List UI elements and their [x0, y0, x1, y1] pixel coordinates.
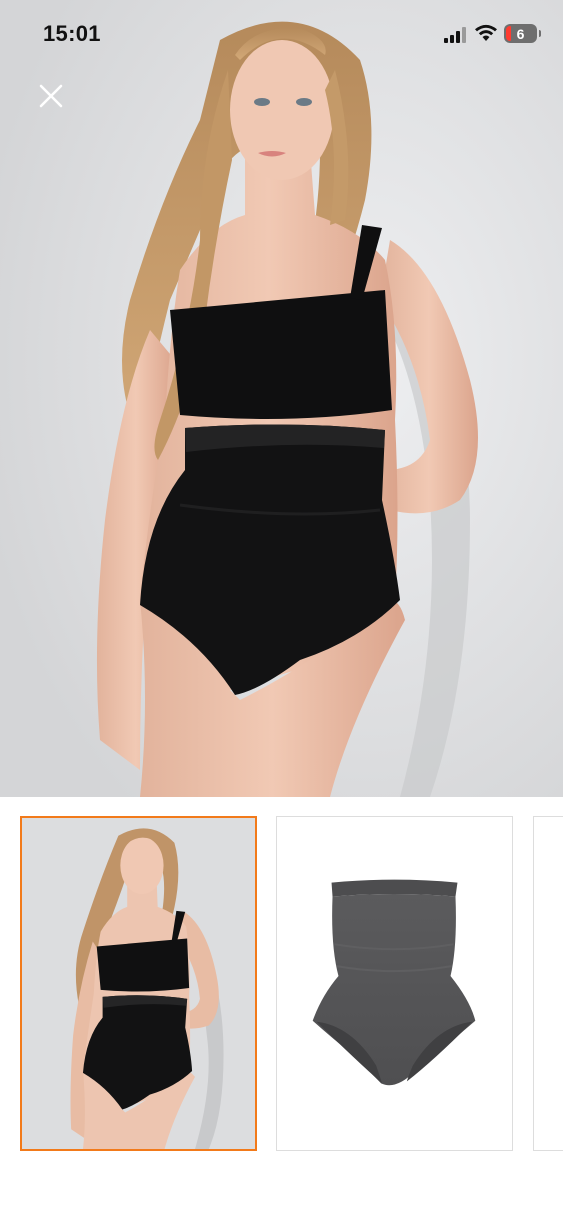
thumbnail-model-photo[interactable] [20, 816, 257, 1151]
thumbnail-product-photo[interactable] [276, 816, 513, 1151]
status-time: 15:01 [43, 21, 101, 46]
cellular-signal-icon [444, 27, 466, 43]
status-bar: 15:01 6 [0, 0, 563, 68]
thumbnail-product-photo-partial[interactable] [533, 816, 563, 1151]
battery-low-indicator [506, 26, 511, 41]
thumbnail-model-image [22, 818, 255, 1149]
battery-icon: 6 [504, 24, 541, 43]
wifi-icon [475, 24, 497, 41]
thumbnail-partial-image [534, 817, 563, 1150]
thumbnail-strip[interactable] [0, 816, 563, 1154]
model-photo [0, 0, 563, 797]
product-main-image[interactable] [0, 0, 563, 797]
battery-level: 6 [516, 25, 525, 42]
thumbnail-shapewear-image [277, 817, 512, 1150]
close-button[interactable] [30, 75, 72, 117]
close-icon [39, 84, 63, 108]
